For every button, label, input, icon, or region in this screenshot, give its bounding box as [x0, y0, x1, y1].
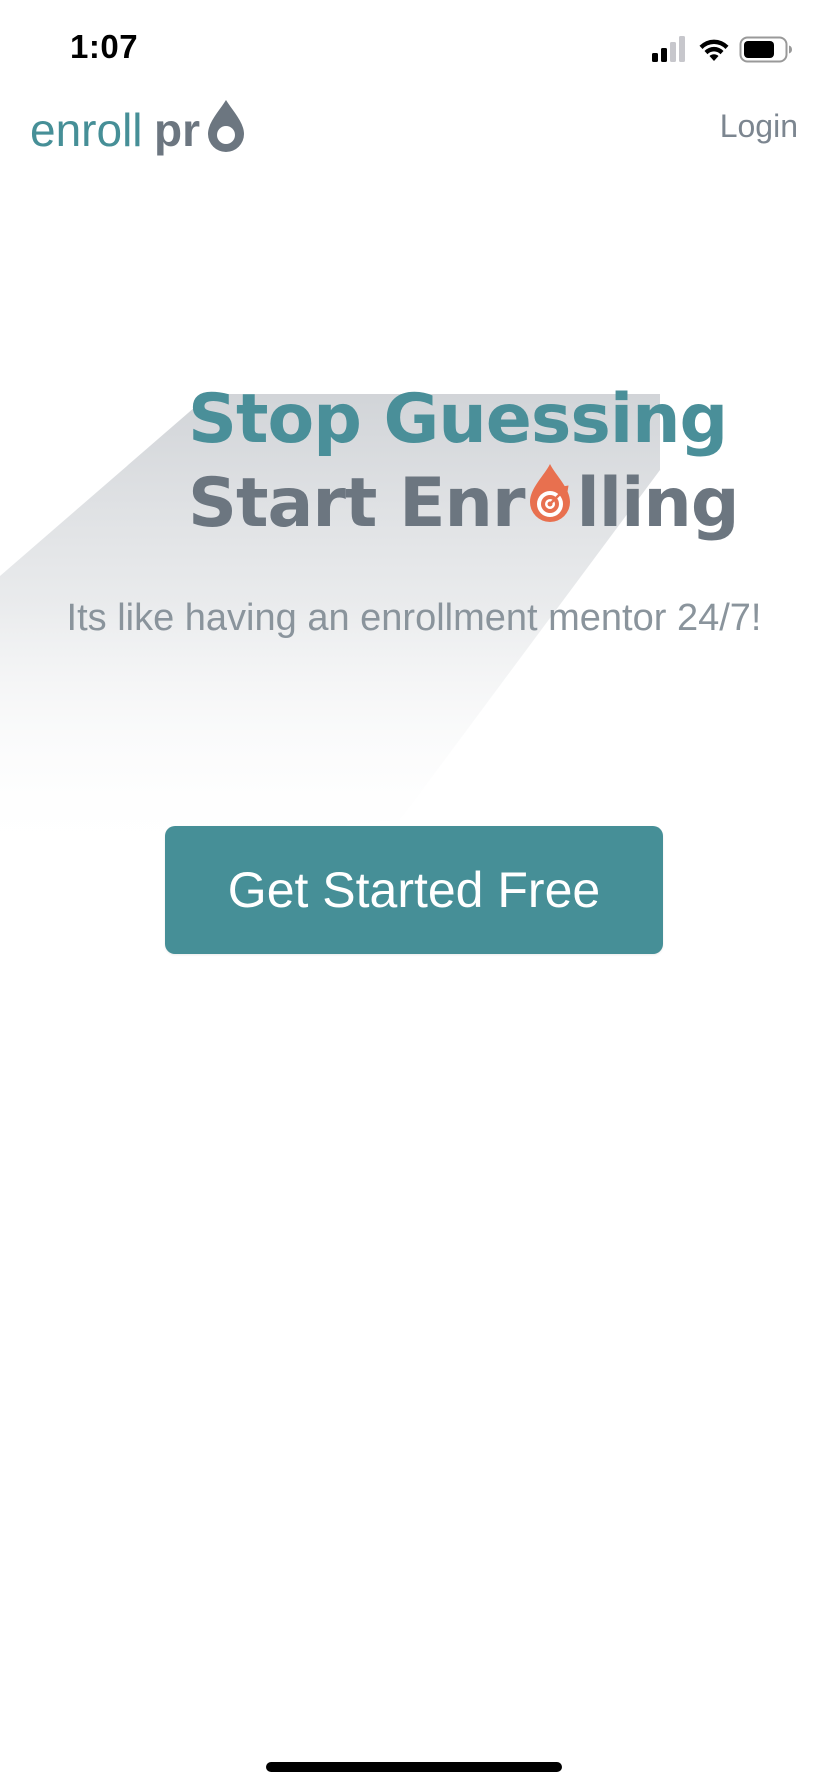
logo-text-bold: pr: [154, 104, 200, 156]
hero-headline: Stop Guessing Start Enr lling: [188, 378, 740, 546]
hero-line-2-start: Start Enr: [188, 464, 525, 543]
app-header: enroll pr Login: [0, 90, 828, 170]
home-indicator[interactable]: [266, 1762, 562, 1772]
login-link[interactable]: Login: [720, 108, 798, 145]
battery-icon: [739, 36, 792, 63]
welcome-screen: 1:07 enroll pr Login Stop Guessing Start…: [0, 0, 828, 1792]
status-icons: [652, 36, 792, 64]
logo-svg: enroll pr: [30, 100, 244, 156]
status-time: 1:07: [70, 28, 139, 65]
hero-line-2: Start Enr lling: [188, 462, 740, 546]
tagline: Its like having an enrollment mentor 24/…: [66, 597, 762, 639]
cellular-signal-icon: [652, 36, 685, 62]
logo-drop-icon: [208, 100, 244, 152]
target-drop-icon: [524, 464, 576, 532]
hero-line-2-end: lling: [576, 464, 739, 543]
enrollpro-logo[interactable]: enroll pr: [30, 94, 250, 166]
status-icons-svg: [652, 36, 792, 63]
get-started-button[interactable]: Get Started Free: [165, 826, 663, 954]
wifi-icon: [699, 39, 729, 61]
hero-line-1: Stop Guessing: [188, 380, 728, 459]
status-bar: 1:07: [0, 0, 828, 100]
logo-text-light: enroll: [30, 104, 143, 156]
